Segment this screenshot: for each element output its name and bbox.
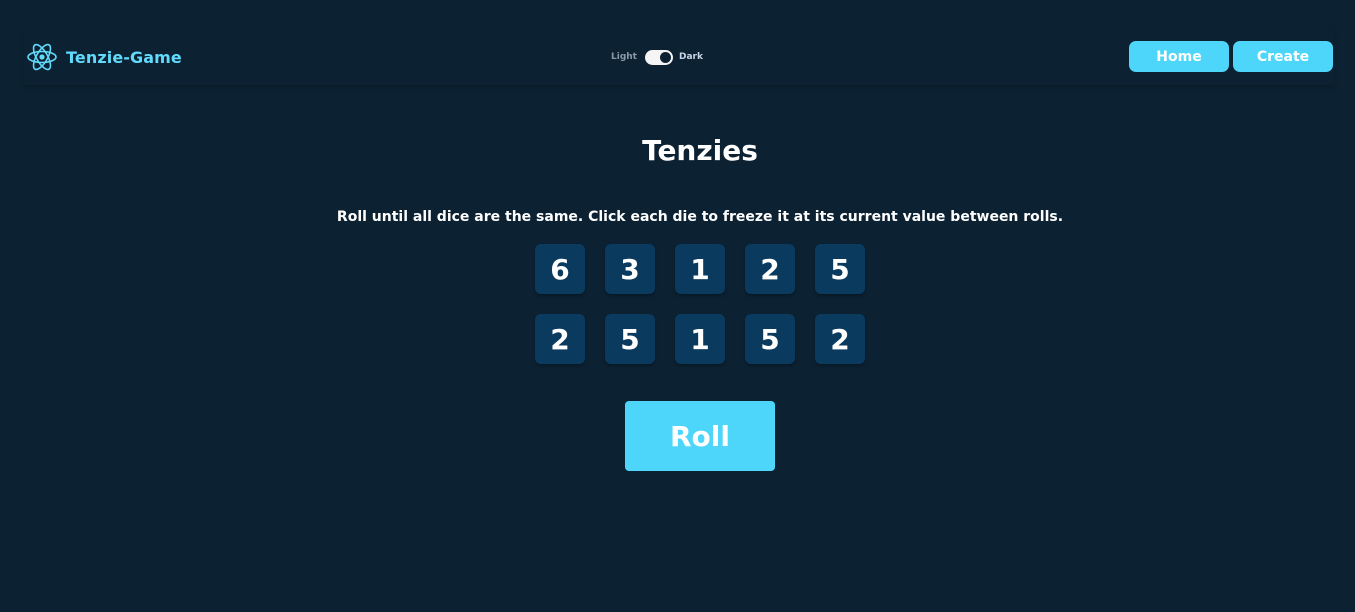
die[interactable]: 5 (745, 314, 795, 364)
theme-toggle: Light Dark (611, 49, 703, 65)
game-instructions: Roll until all dice are the same. Click … (336, 209, 1064, 225)
dice-grid: 6 3 1 2 5 2 5 1 5 2 (535, 244, 865, 364)
die[interactable]: 5 (815, 244, 865, 294)
home-button[interactable]: Home (1129, 41, 1229, 72)
die[interactable]: 1 (675, 244, 725, 294)
die[interactable]: 2 (745, 244, 795, 294)
create-button[interactable]: Create (1233, 41, 1333, 72)
die[interactable]: 3 (605, 244, 655, 294)
die[interactable]: 2 (815, 314, 865, 364)
die[interactable]: 1 (675, 314, 725, 364)
roll-button[interactable]: Roll (625, 401, 775, 471)
navbar: Tenzie-Game Light Dark Home Create (24, 28, 1334, 86)
react-atom-icon (27, 43, 57, 71)
die[interactable]: 2 (535, 314, 585, 364)
page-title: Tenzies (642, 134, 758, 167)
theme-dark-label: Dark (678, 52, 703, 62)
theme-switch[interactable] (644, 49, 673, 65)
die[interactable]: 5 (605, 314, 655, 364)
theme-light-label: Light (611, 52, 637, 62)
theme-switch-knob (659, 51, 671, 63)
die[interactable]: 6 (535, 244, 585, 294)
brand[interactable]: Tenzie-Game (26, 42, 182, 72)
brand-name: Tenzie-Game (66, 47, 182, 67)
